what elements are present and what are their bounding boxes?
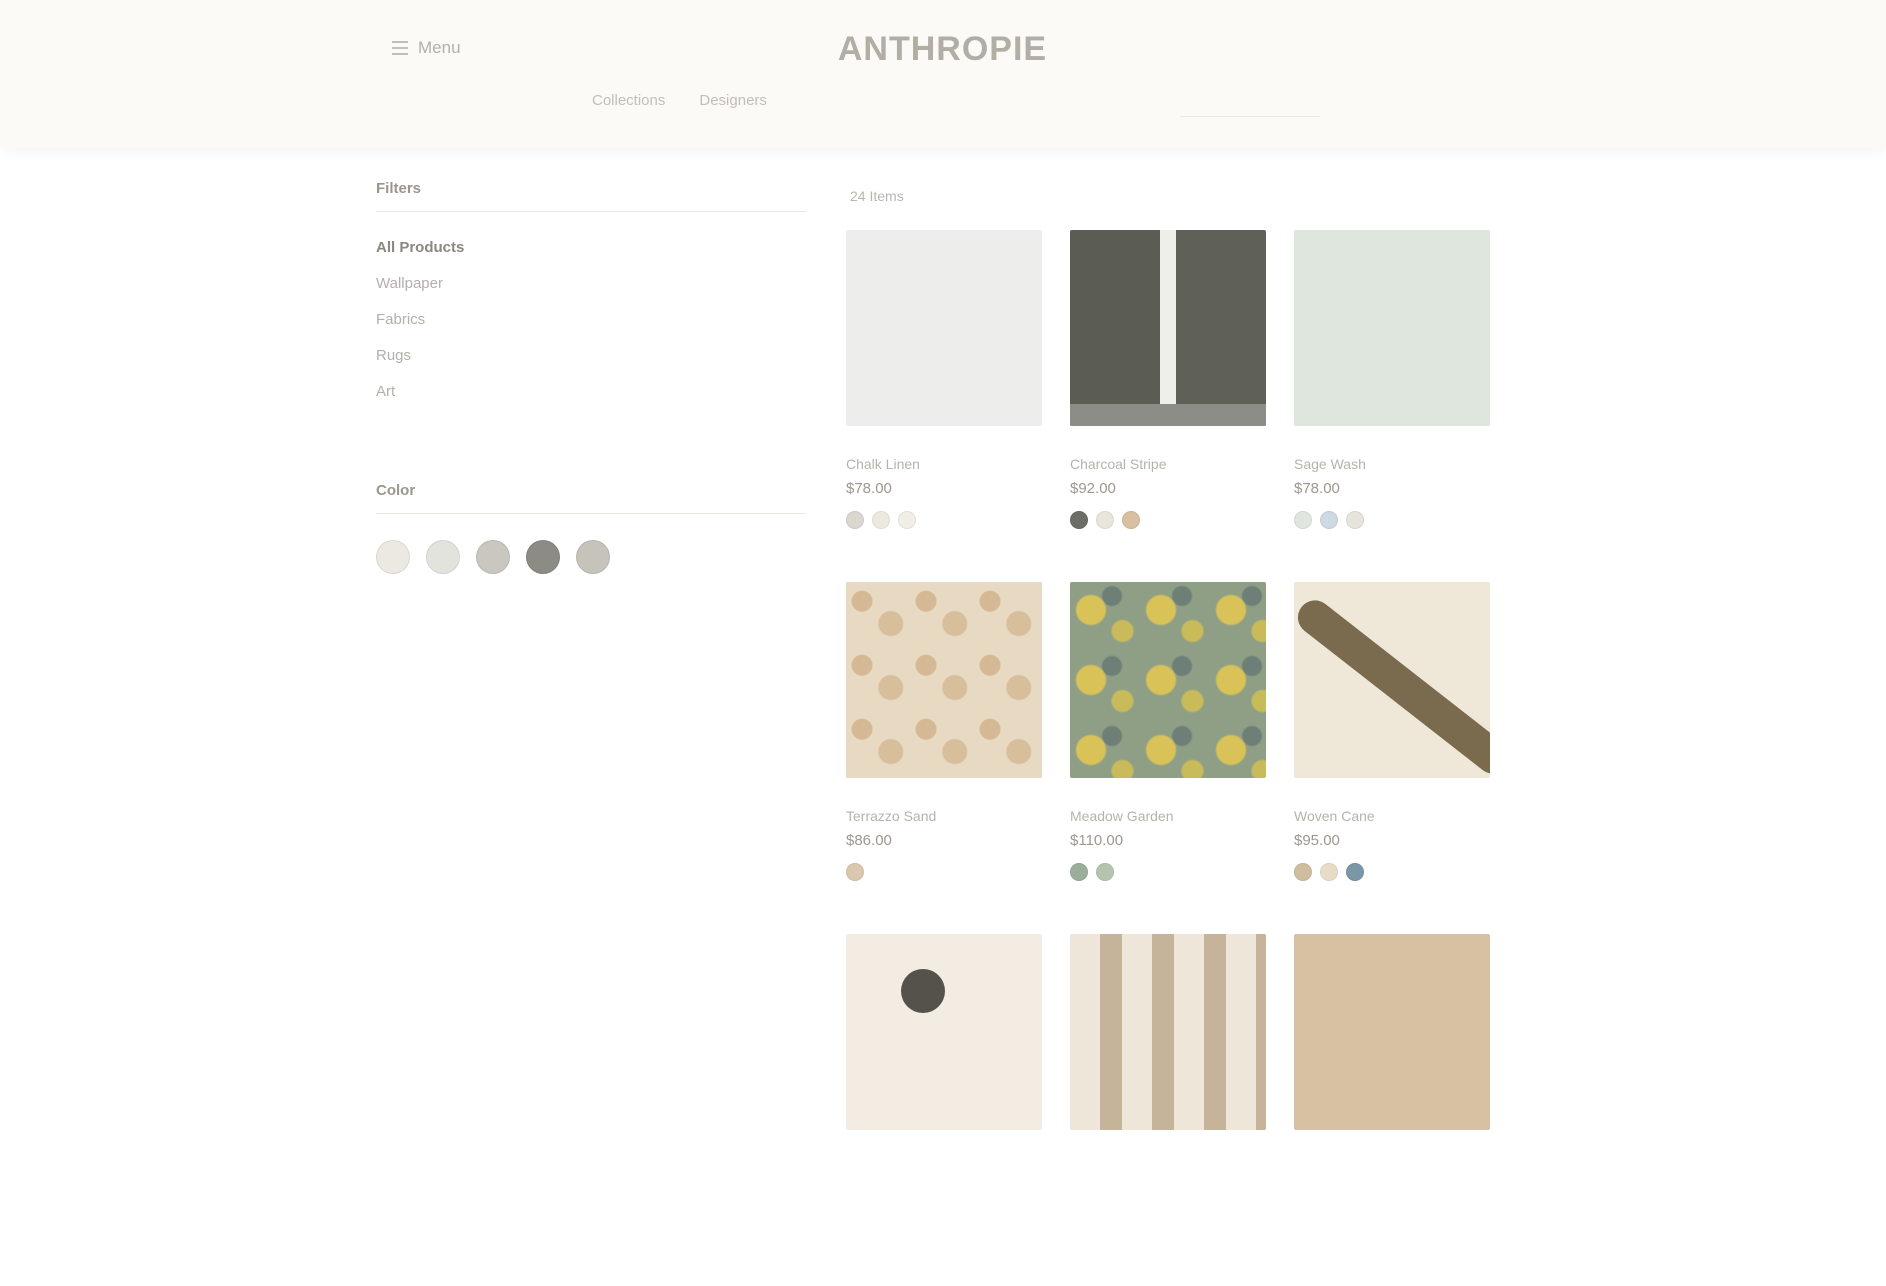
colorway-dot[interactable] bbox=[872, 511, 890, 529]
product-image[interactable] bbox=[1070, 934, 1266, 1130]
colorway-dot[interactable] bbox=[1096, 863, 1114, 881]
product-image[interactable] bbox=[846, 230, 1042, 426]
colorway-options bbox=[1070, 863, 1266, 881]
color-swatch-row bbox=[376, 540, 806, 574]
colorway-dot[interactable] bbox=[1096, 511, 1114, 529]
colorway-dot[interactable] bbox=[898, 511, 916, 529]
subnav-designers[interactable]: Designers bbox=[699, 92, 767, 109]
product-card[interactable]: Woven Cane $95.00 bbox=[1294, 582, 1490, 934]
product-image[interactable] bbox=[1294, 934, 1490, 1130]
product-card[interactable]: Meadow Garden $110.00 bbox=[1070, 582, 1266, 934]
product-name[interactable]: Sage Wash bbox=[1294, 456, 1490, 472]
product-image[interactable] bbox=[846, 582, 1042, 778]
product-name[interactable]: Charcoal Stripe bbox=[1070, 456, 1266, 472]
colorway-options bbox=[1294, 511, 1490, 529]
product-price: $95.00 bbox=[1294, 832, 1340, 849]
colorway-dot[interactable] bbox=[1122, 511, 1140, 529]
product-card[interactable]: Sage Wash $78.00 bbox=[1294, 230, 1490, 582]
results-count: 24 Items bbox=[850, 188, 904, 204]
hamburger-icon bbox=[392, 41, 408, 55]
product-card[interactable]: Chalk Linen $78.00 bbox=[846, 230, 1042, 582]
product-price: $92.00 bbox=[1070, 480, 1116, 497]
colorway-dot[interactable] bbox=[1070, 511, 1088, 529]
product-price: $110.00 bbox=[1070, 832, 1124, 849]
product-grid: Chalk Linen $78.00 Charcoal Stripe $92.00 Sa… bbox=[846, 230, 1490, 1286]
site-logo[interactable]: ANTHROPIE bbox=[830, 30, 1055, 69]
colorway-dot[interactable] bbox=[846, 863, 864, 881]
product-image[interactable] bbox=[1294, 230, 1490, 426]
filter-sidebar: Filters All Products Wallpaper Fabrics R… bbox=[376, 180, 806, 574]
menu-button[interactable]: Menu bbox=[392, 38, 461, 58]
colorway-dot[interactable] bbox=[1294, 511, 1312, 529]
product-name[interactable]: Chalk Linen bbox=[846, 456, 1042, 472]
color-swatch[interactable] bbox=[376, 540, 410, 574]
colorway-options bbox=[1294, 863, 1490, 881]
color-swatch[interactable] bbox=[576, 540, 610, 574]
product-card[interactable]: Charcoal Stripe $92.00 bbox=[1070, 230, 1266, 582]
product-price: $78.00 bbox=[846, 480, 892, 497]
colorway-dot[interactable] bbox=[1320, 863, 1338, 881]
color-swatch[interactable] bbox=[476, 540, 510, 574]
category-list: All Products Wallpaper Fabrics Rugs Art bbox=[376, 230, 806, 410]
category-all-products[interactable]: All Products bbox=[376, 230, 806, 266]
colorway-dot[interactable] bbox=[1346, 863, 1364, 881]
colorway-dot[interactable] bbox=[1070, 863, 1088, 881]
product-card[interactable] bbox=[1070, 934, 1266, 1286]
product-price: $86.00 bbox=[846, 832, 892, 849]
category-fabrics[interactable]: Fabrics bbox=[376, 302, 806, 338]
colorway-options bbox=[1070, 511, 1266, 529]
product-card[interactable] bbox=[846, 934, 1042, 1286]
colorway-options bbox=[846, 511, 1042, 529]
header-search-field[interactable] bbox=[1180, 94, 1320, 117]
colorway-dot[interactable] bbox=[1320, 511, 1338, 529]
color-swatch[interactable] bbox=[526, 540, 560, 574]
filter-heading: Filters bbox=[376, 180, 806, 212]
subnav-collections[interactable]: Collections bbox=[592, 92, 665, 109]
product-image[interactable] bbox=[1070, 230, 1266, 426]
sub-navigation: Collections Designers bbox=[592, 92, 767, 109]
product-image[interactable] bbox=[1070, 582, 1266, 778]
product-image[interactable] bbox=[1294, 582, 1490, 778]
colorway-dot[interactable] bbox=[1294, 863, 1312, 881]
colorway-dot[interactable] bbox=[1346, 511, 1364, 529]
product-card[interactable] bbox=[1294, 934, 1490, 1286]
product-card[interactable]: Terrazzo Sand $86.00 bbox=[846, 582, 1042, 934]
product-name[interactable]: Woven Cane bbox=[1294, 808, 1490, 824]
product-name[interactable]: Meadow Garden bbox=[1070, 808, 1266, 824]
color-swatch[interactable] bbox=[426, 540, 460, 574]
product-image[interactable] bbox=[846, 934, 1042, 1130]
category-rugs[interactable]: Rugs bbox=[376, 338, 806, 374]
color-filter-heading: Color bbox=[376, 482, 806, 514]
colorway-options bbox=[846, 863, 1042, 881]
color-filter: Color bbox=[376, 482, 806, 574]
category-art[interactable]: Art bbox=[376, 374, 806, 410]
product-name[interactable]: Terrazzo Sand bbox=[846, 808, 1042, 824]
colorway-dot[interactable] bbox=[846, 511, 864, 529]
category-wallpaper[interactable]: Wallpaper bbox=[376, 266, 806, 302]
product-price: $78.00 bbox=[1294, 480, 1340, 497]
menu-label: Menu bbox=[418, 38, 461, 57]
site-header: Menu ANTHROPIE Collections Designers bbox=[0, 0, 1886, 148]
